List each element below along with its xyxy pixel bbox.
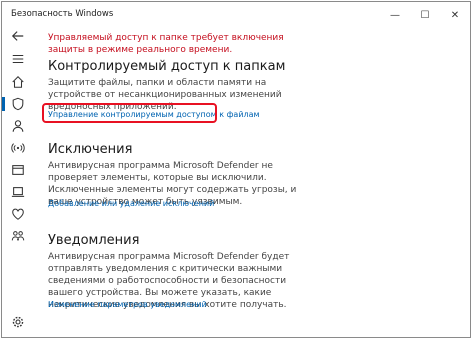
- heart-icon[interactable]: [10, 206, 26, 222]
- sidebar: [2, 24, 34, 337]
- app-window-icon[interactable]: [10, 162, 26, 178]
- back-arrow-icon[interactable]: [10, 28, 26, 44]
- close-button[interactable]: ✕: [440, 2, 470, 28]
- family-icon[interactable]: [10, 228, 26, 244]
- scrollbar[interactable]: [463, 30, 466, 320]
- window-title: Безопасность Windows: [11, 9, 114, 19]
- change-notification-settings-link[interactable]: Изменение параметров уведомлений: [48, 300, 207, 309]
- maximize-button[interactable]: ☐: [410, 2, 440, 28]
- highlight-frame: [42, 103, 217, 123]
- add-remove-exclusions-link[interactable]: Добавление или удаление исключений: [48, 199, 214, 208]
- controlled-access-title: Контролируемый доступ к папкам: [48, 59, 286, 74]
- notifications-title: Уведомления: [48, 233, 140, 248]
- realtime-protection-warning: Управляемый доступ к папке требует включ…: [48, 33, 284, 55]
- wifi-icon[interactable]: [10, 140, 26, 156]
- menu-icon[interactable]: [10, 51, 26, 67]
- laptop-icon[interactable]: [10, 184, 26, 200]
- shield-icon[interactable]: [2, 96, 26, 112]
- exclusions-title: Исключения: [48, 142, 133, 157]
- app-window: Безопасность Windows — ☐ ✕ Управляемый д…: [1, 1, 471, 338]
- person-icon[interactable]: [10, 118, 26, 134]
- title-bar[interactable]: Безопасность Windows — ☐ ✕: [2, 2, 470, 28]
- gear-icon[interactable]: [10, 314, 26, 330]
- minimize-button[interactable]: —: [380, 2, 410, 28]
- home-icon[interactable]: [10, 74, 26, 90]
